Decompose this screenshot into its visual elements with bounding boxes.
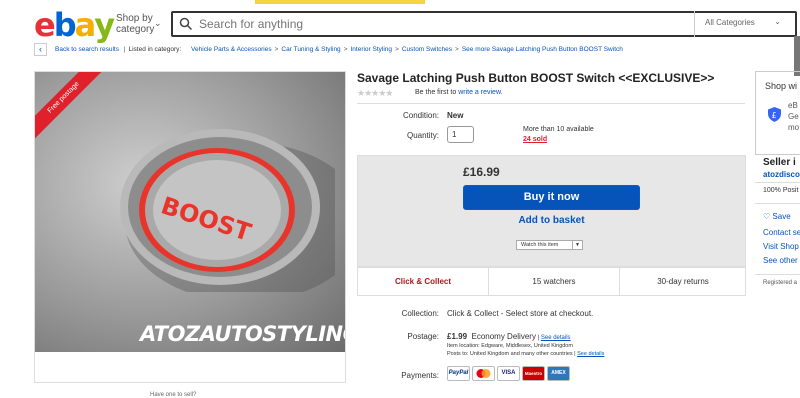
logo-letter-a: a bbox=[74, 6, 97, 44]
see-other-items-link[interactable]: See other bbox=[763, 256, 798, 265]
top-strip bbox=[0, 0, 800, 6]
item-price: £16.99 bbox=[463, 165, 500, 179]
payments-label: Payments: bbox=[401, 371, 439, 380]
buy-box bbox=[357, 155, 746, 267]
seller-info-title: Seller i bbox=[763, 157, 796, 168]
write-review-link[interactable]: write a review. bbox=[458, 89, 502, 96]
free-postage-ribbon: Free postage bbox=[35, 72, 109, 143]
buy-now-button[interactable]: Buy it now bbox=[463, 185, 640, 210]
shop-by-line2: category bbox=[116, 24, 155, 35]
tab-click-collect[interactable]: Click & Collect bbox=[358, 268, 488, 295]
registered-text: Registered a bbox=[763, 280, 798, 286]
breadcrumb: ‹ Back to search results | Listed in categ… bbox=[34, 43, 623, 56]
quantity-input[interactable]: 1 bbox=[447, 126, 474, 143]
caret-down-icon[interactable]: ▼ bbox=[572, 241, 582, 249]
postage-method: Economy Delivery bbox=[471, 332, 536, 341]
paypal-icon: PayPal bbox=[447, 366, 470, 382]
visa-icon: VISA bbox=[497, 366, 520, 382]
shop-with-confidence-panel: Shop wi £ eB Ge mo bbox=[755, 71, 800, 155]
amex-icon: AMEX bbox=[547, 366, 570, 382]
logo-letter-y: y bbox=[94, 6, 115, 44]
back-arrow-icon[interactable]: ‹ bbox=[34, 43, 47, 56]
availability: More than 10 available 24 sold bbox=[523, 125, 594, 145]
item-location: Item location: Edgware, Middlesex, Unite… bbox=[447, 343, 573, 349]
postage-label: Postage: bbox=[407, 332, 439, 341]
boost-switch-image: BOOST bbox=[120, 129, 335, 292]
contact-seller-link[interactable]: Contact se bbox=[763, 228, 800, 237]
condition-label: Condition: bbox=[402, 111, 439, 120]
item-title: Savage Latching Push Button BOOST Switch… bbox=[357, 71, 715, 85]
add-to-basket-button[interactable]: Add to basket bbox=[463, 215, 640, 226]
visit-shop-link[interactable]: Visit Shop bbox=[763, 242, 799, 251]
tab-returns: 30-day returns bbox=[657, 277, 709, 286]
quantity-label: Quantity: bbox=[406, 131, 439, 140]
collection-value: Click & Collect - Select store at checko… bbox=[447, 309, 594, 318]
svg-text:£: £ bbox=[772, 111, 777, 120]
collection-label: Collection: bbox=[401, 309, 439, 318]
chevron-down-icon: ⌄ bbox=[154, 18, 162, 28]
heart-icon: ♡ bbox=[763, 212, 771, 221]
product-image[interactable]: BOOST Free postage ATOZAUTOSTYLING bbox=[35, 72, 345, 352]
chevron-down-icon: ⌄ bbox=[774, 17, 781, 26]
positive-feedback: 100% Posit bbox=[763, 187, 799, 194]
divider bbox=[357, 103, 745, 104]
watch-item-button[interactable]: Watch this item ▼ bbox=[516, 240, 583, 250]
product-gallery[interactable]: BOOST Free postage ATOZAUTOSTYLING bbox=[34, 71, 346, 383]
postage-line: £1.99 Economy Delivery | See details bbox=[447, 332, 571, 341]
ebay-guarantee-text: eB Ge mo bbox=[788, 101, 800, 132]
info-tabs: Click & Collect 15 watchers 30-day retur… bbox=[357, 267, 746, 296]
review-prompt: Be the first to write a review. bbox=[415, 89, 503, 96]
breadcrumb-custom-switches[interactable]: Custom Switches bbox=[402, 46, 452, 53]
seller-info-panel: Seller i atozdisco 100% Posit ♡ Save Con… bbox=[755, 155, 800, 395]
scrollbar[interactable] bbox=[794, 36, 800, 76]
watermark-text: ATOZAUTOSTYLING bbox=[140, 322, 345, 346]
gallery-caption[interactable]: Have one to sell? bbox=[150, 392, 196, 398]
posts-to: Posts to: United Kingdom and many other … bbox=[447, 351, 605, 357]
see-details-link-2[interactable]: See details bbox=[577, 351, 604, 357]
tab-watchers: 15 watchers bbox=[532, 277, 576, 286]
rating-stars-icon[interactable]: ★★★★★ bbox=[357, 88, 393, 99]
panel-heading: Shop wi bbox=[765, 81, 798, 91]
seller-name-link[interactable]: atozdisco bbox=[763, 170, 800, 179]
condition-value: New bbox=[447, 111, 464, 120]
listed-in-label: Listed in category: bbox=[128, 46, 182, 54]
available-text: More than 10 available bbox=[523, 126, 594, 133]
breadcrumb-see-more[interactable]: See more Savage Latching Push Button BOO… bbox=[462, 46, 623, 53]
breadcrumb-car-tuning[interactable]: Car Tuning & Styling bbox=[281, 46, 340, 53]
watch-label: Watch this item bbox=[521, 242, 559, 248]
payment-methods: PayPal VISA Maestro AMEX bbox=[447, 365, 572, 383]
logo-letter-b: b bbox=[53, 6, 77, 44]
search-input[interactable] bbox=[199, 15, 689, 33]
postage-price: £1.99 bbox=[447, 332, 468, 341]
mastercard-icon bbox=[472, 366, 495, 382]
breadcrumb-interior-styling[interactable]: Interior Styling bbox=[350, 46, 392, 53]
breadcrumb-vehicle-parts[interactable]: Vehicle Parts & Accessories bbox=[191, 46, 272, 53]
pound-shield-icon: £ bbox=[768, 107, 781, 122]
see-details-link[interactable]: See details bbox=[541, 335, 571, 341]
shop-by-line1: Shop by bbox=[116, 13, 153, 24]
shop-by-category[interactable]: Shop by category ⌄ bbox=[116, 13, 162, 35]
save-seller-button[interactable]: ♡ Save bbox=[763, 212, 791, 221]
review-prefix: Be the first to bbox=[415, 89, 457, 96]
category-select-value: All Categories bbox=[705, 18, 755, 27]
search-icon bbox=[179, 17, 193, 31]
ebay-logo[interactable]: ebay bbox=[34, 6, 115, 44]
back-to-search-link[interactable]: Back to search results bbox=[55, 46, 119, 53]
maestro-icon: Maestro bbox=[522, 366, 545, 382]
logo-letter-e: e bbox=[34, 6, 56, 44]
search-bar: All Categories ⌄ bbox=[171, 11, 797, 37]
sold-count-link[interactable]: 24 sold bbox=[523, 135, 594, 145]
category-select[interactable]: All Categories ⌄ bbox=[694, 11, 795, 37]
